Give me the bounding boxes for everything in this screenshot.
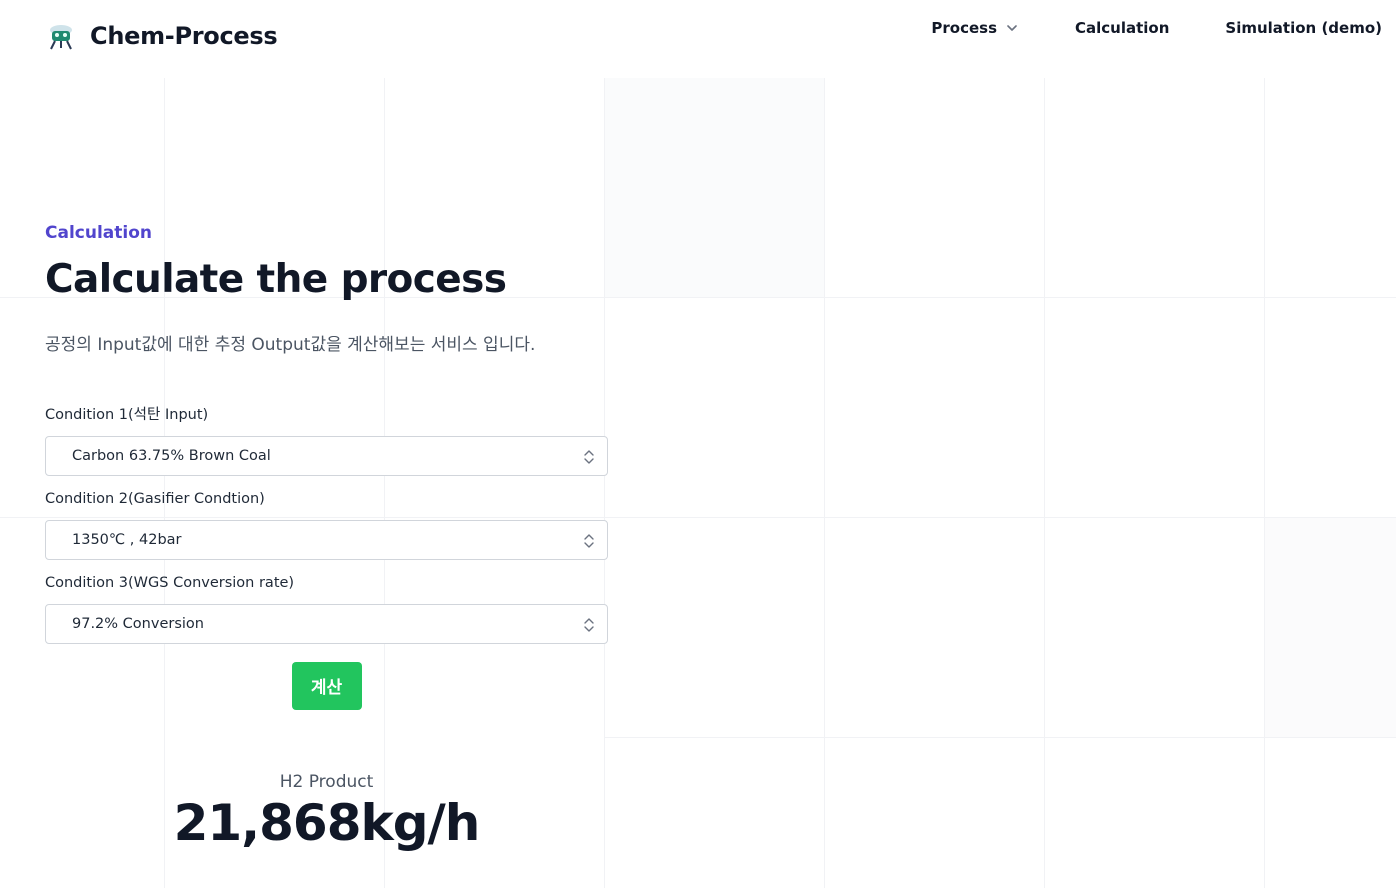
calculation-section: Calculation Calculate the process 공정의 In… <box>45 223 615 710</box>
result-label: H2 Product <box>279 772 374 792</box>
condition-3-label: Condition 3(WGS Conversion rate) <box>45 574 295 591</box>
condition-1-select[interactable]: Carbon 63.75% Brown Coal <box>45 435 608 476</box>
section-eyebrow: Calculation <box>45 223 152 243</box>
chevron-down-icon <box>1007 25 1017 31</box>
page-subtitle: 공정의 Input값에 대한 추정 Output값을 계산해보는 서비스 입니다… <box>45 334 536 355</box>
nav-item-process[interactable]: Process <box>931 19 1019 37</box>
nav-item-simulation[interactable]: Simulation (demo) <box>1225 19 1382 37</box>
grid-line <box>1044 78 1045 888</box>
grid-line <box>1264 78 1265 888</box>
result-value: 21,868kg/h <box>173 794 481 852</box>
grid-shade <box>604 78 824 297</box>
condition-3-field: Condition 3(WGS Conversion rate) 97.2% C… <box>45 572 608 644</box>
condition-form: Condition 1(석탄 Input) Carbon 63.75% Brow… <box>45 404 608 710</box>
select-arrows-icon <box>584 534 594 548</box>
select-arrows-icon <box>584 618 594 632</box>
nav-item-label: Simulation (demo) <box>1225 19 1382 37</box>
condition-2-field: Condition 2(Gasifier Condtion) 1350℃ , 4… <box>45 488 608 560</box>
grid-line <box>824 78 825 888</box>
nav-item-label: Calculation <box>1075 19 1170 37</box>
condition-2-select[interactable]: 1350℃ , 42bar <box>45 519 608 560</box>
condition-3-select[interactable]: 97.2% Conversion <box>45 603 608 644</box>
top-header: Chem-Process Process Calculation Simulat… <box>0 0 1396 78</box>
brand-logo[interactable]: Chem-Process <box>46 21 278 51</box>
main-nav: Process Calculation Simulation (demo) <box>931 19 1382 37</box>
nav-item-calculation[interactable]: Calculation <box>1075 19 1169 37</box>
telescope-robot-icon <box>50 25 72 50</box>
condition-3-value: 97.2% Conversion <box>72 615 204 632</box>
condition-1-field: Condition 1(석탄 Input) Carbon 63.75% Brow… <box>45 404 608 476</box>
condition-1-value: Carbon 63.75% Brown Coal <box>72 447 271 464</box>
condition-2-label: Condition 2(Gasifier Condtion) <box>45 490 265 507</box>
condition-2-value: 1350℃ , 42bar <box>72 531 182 548</box>
page-title: Calculate the process <box>45 257 507 302</box>
condition-1-label: Condition 1(석탄 Input) <box>45 406 209 423</box>
grid-line <box>604 737 1396 738</box>
nav-item-label: Process <box>931 19 997 37</box>
select-arrows-icon <box>584 450 594 464</box>
app-title: Chem-Process <box>90 22 278 50</box>
grid-shade <box>1264 517 1396 737</box>
calculate-button[interactable]: 계산 <box>291 661 362 710</box>
result-panel: H2 Product 21,868kg/h <box>45 772 608 851</box>
